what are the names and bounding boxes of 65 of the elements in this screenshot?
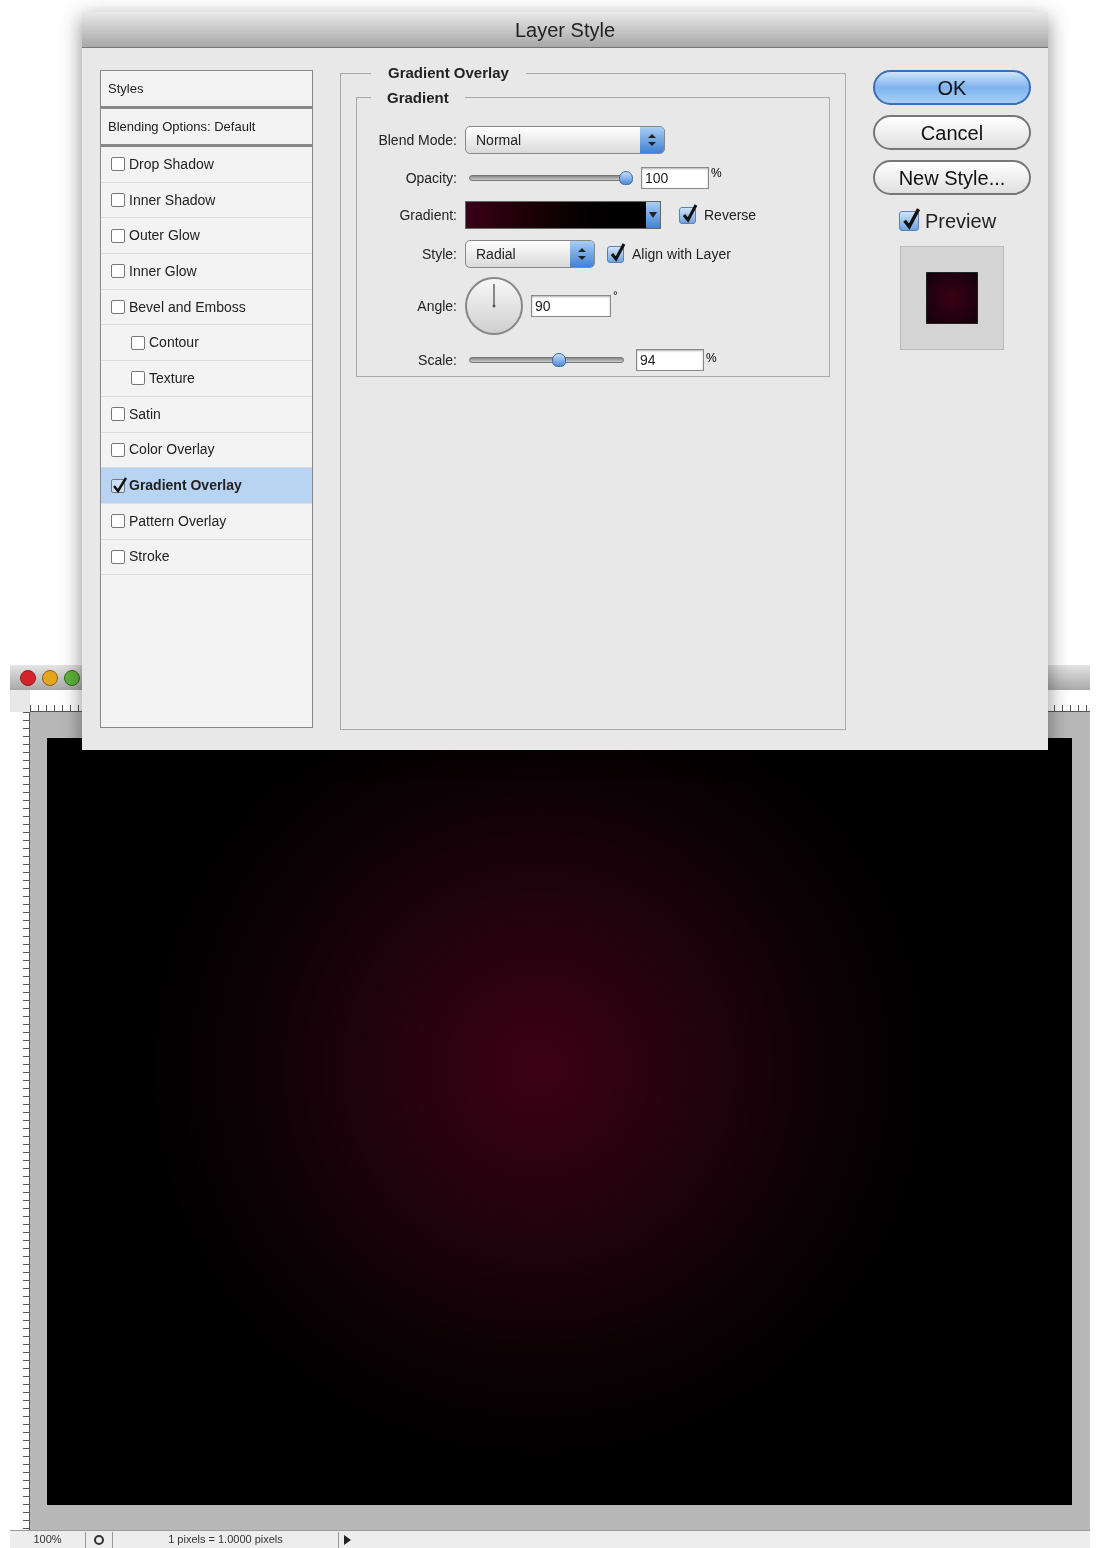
checkbox[interactable] [131,335,145,350]
checkbox[interactable] [111,549,125,564]
zoom-level[interactable]: 100% [10,1531,85,1548]
style-list-item[interactable]: Drop Shadow [101,147,312,183]
caret-icon [649,212,657,218]
status-menu-button[interactable] [85,1531,113,1548]
style-list-item[interactable]: Inner Shadow [101,182,312,219]
dialog-button[interactable]: OK [873,70,1031,105]
style-list-item[interactable]: Bevel and Emboss [101,289,312,326]
gradient-picker[interactable] [465,201,661,229]
number-field[interactable]: 100 [641,167,709,189]
stepper-arrows-icon [648,133,656,147]
checkbox[interactable] [111,478,125,493]
group-title: Gradient [386,87,450,108]
style-list-item[interactable]: Inner Glow [101,254,312,290]
style-list-item[interactable]: Outer Glow [101,218,312,255]
dialog-button[interactable]: Cancel [873,115,1031,150]
stepper-arrows-icon [578,247,586,261]
dial-needle [493,283,495,307]
field-label: Angle: [416,296,457,316]
checkbox[interactable] [111,514,125,529]
field-label: Blend Mode: [377,130,457,150]
number-field[interactable]: 90 [531,295,611,317]
checkbox[interactable] [111,228,125,243]
section-title: Gradient Overlay [387,63,510,83]
unit-label: % [706,350,717,367]
status-info: 1 pixels = 1.0000 pixels [167,1532,284,1548]
checkbox[interactable] [111,193,125,208]
checkbox-label: Reverse [704,205,757,225]
style-list-item[interactable]: Contour [101,325,312,362]
style-dropdown[interactable]: Radial [465,240,595,268]
checkbox-label: Align with Layer [632,244,731,264]
field-label: Gradient: [398,205,457,225]
checkbox[interactable] [111,157,125,172]
style-list-item[interactable]: Stroke [101,539,312,576]
checkbox[interactable] [111,442,125,457]
slider-thumb[interactable] [551,353,566,367]
close-button[interactable] [20,669,36,686]
zoom-button[interactable] [64,669,80,686]
checkbox[interactable] [111,407,125,422]
checkbox[interactable] [899,211,919,231]
angle-dial[interactable] [465,277,523,335]
slider-thumb[interactable] [618,171,633,185]
checkbox[interactable] [607,245,624,263]
dialog-button[interactable]: New Style... [873,160,1031,195]
checkbox[interactable] [679,206,696,224]
field-label: Opacity: [404,168,457,188]
checkbox-label: Preview [925,209,997,234]
dialog-title: Layer Style [82,12,1048,48]
style-list-item[interactable]: Gradient Overlay [101,468,312,504]
style-list-item[interactable]: Pattern Overlay [101,503,312,540]
number-field[interactable]: 94 [636,349,704,371]
slider[interactable] [469,352,624,368]
unit-label: % [711,165,722,182]
checkbox[interactable] [111,264,125,279]
style-list-item[interactable]: Texture [101,361,312,397]
checkbox[interactable] [131,371,145,386]
field-label: Scale: [417,350,457,370]
minimize-button[interactable] [42,669,58,686]
field-label: Style: [421,244,457,264]
checkbox[interactable] [111,300,125,315]
unit-label: ° [613,288,618,305]
blend-mode-dropdown[interactable]: Normal [465,126,665,154]
style-list-item[interactable]: Satin [101,396,312,433]
ruler-corner [10,690,30,712]
